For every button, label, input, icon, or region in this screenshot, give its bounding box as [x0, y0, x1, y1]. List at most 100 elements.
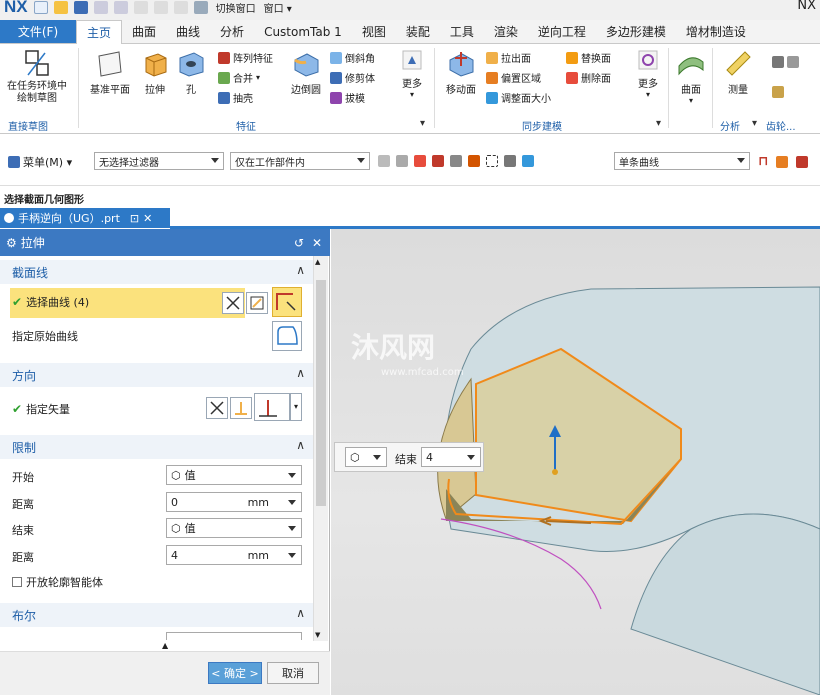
edge-blend-button[interactable]: 边倒圆: [286, 48, 326, 96]
open-profile-checkbox[interactable]: [12, 577, 22, 587]
move-face-button[interactable]: 移动面: [440, 48, 482, 96]
type-filter-dropdown[interactable]: 无选择过滤器: [94, 152, 224, 170]
paste-icon[interactable]: [173, 0, 188, 14]
sketch-in-task-button[interactable]: 在任务环境中绘制草图: [6, 48, 68, 105]
tab-analysis[interactable]: 分析: [210, 20, 254, 43]
body-select-icon[interactable]: [522, 155, 534, 167]
boolean-header[interactable]: 布尔 ∧: [0, 603, 313, 627]
tab-home[interactable]: 主页: [76, 20, 123, 44]
start-distance-input[interactable]: 0 mm: [166, 492, 302, 512]
cut-icon[interactable]: [133, 0, 148, 14]
more-sync-button[interactable]: 更多 ▾: [632, 48, 664, 99]
curve-rule-dropdown[interactable]: 单条曲线: [614, 152, 750, 170]
pull-face-button[interactable]: 拉出面: [486, 50, 531, 65]
surface-button[interactable]: 曲面 ▾: [674, 48, 708, 105]
gear-icon[interactable]: ⚙: [6, 236, 17, 250]
unite-button[interactable]: 合并 ▾: [218, 70, 260, 85]
origin-curve-button[interactable]: [272, 321, 302, 351]
vector-dialog-button[interactable]: [230, 397, 252, 419]
dialog-scrollbar[interactable]: ▲ ▼: [313, 256, 328, 641]
menu-button[interactable]: 菜单(M) ▾: [8, 154, 72, 170]
redo-icon[interactable]: [113, 0, 128, 14]
end-type-dropdown[interactable]: ⬡ 值: [166, 518, 302, 538]
vector-origin-handle[interactable]: [552, 469, 558, 475]
sketch-section-button[interactable]: [246, 292, 268, 314]
ok-button[interactable]: < 确定 >: [208, 662, 262, 684]
chamfer-button[interactable]: 倒斜角: [330, 50, 375, 65]
feature-select-icon[interactable]: [504, 155, 516, 167]
measure-button[interactable]: 测量: [720, 48, 756, 96]
gear-tool-2[interactable]: [772, 86, 784, 98]
part-file-tab[interactable]: 手柄逆向（UG）.prt ⊡ ✕: [0, 208, 170, 228]
cancel-button[interactable]: 取消: [267, 662, 319, 684]
snap-center-icon[interactable]: [450, 155, 462, 167]
file-menu-tab[interactable]: 文件(F): [0, 20, 76, 43]
pin-icon[interactable]: ⊡: [130, 212, 139, 225]
limits-header[interactable]: 限制 ∧: [0, 435, 313, 459]
tab-reverse-engineering[interactable]: 逆向工程: [528, 20, 596, 43]
trim-body-button[interactable]: 修剪体: [330, 70, 375, 85]
follow-fillet-icon[interactable]: [776, 155, 789, 168]
snap-point-icon[interactable]: [378, 155, 390, 167]
undo-icon[interactable]: [93, 0, 108, 14]
offset-region-button[interactable]: 偏置区域: [486, 70, 541, 85]
scroll-down-icon[interactable]: ▼: [315, 631, 320, 639]
tab-view[interactable]: 视图: [352, 20, 396, 43]
inferred-vector-dropdown[interactable]: [254, 393, 290, 421]
end-distance-input[interactable]: 4 mm: [166, 545, 302, 565]
pattern-feature-button[interactable]: 阵列特征: [218, 50, 273, 65]
direction-header[interactable]: 方向 ∧: [0, 363, 313, 387]
expand-dialog-icon[interactable]: ▲: [162, 641, 168, 650]
tab-tools[interactable]: 工具: [440, 20, 484, 43]
shell-button[interactable]: 抽壳: [218, 90, 253, 105]
start-type-dropdown[interactable]: ⬡ 值: [166, 465, 302, 485]
resize-face-button[interactable]: 调整面大小: [486, 90, 551, 105]
switch-window-button[interactable]: 切换窗口: [216, 0, 256, 15]
scroll-thumb[interactable]: [316, 280, 326, 506]
vector-dropdown-arrow[interactable]: ▾: [290, 393, 302, 421]
tab-assembly[interactable]: 装配: [396, 20, 440, 43]
snap-endpoint-icon[interactable]: [396, 155, 408, 167]
gear-tool-1[interactable]: [772, 56, 799, 68]
scroll-up-icon[interactable]: ▲: [315, 258, 320, 266]
boolean-dropdown[interactable]: [166, 632, 302, 640]
sync-group-expand[interactable]: ▾: [656, 118, 661, 129]
onscreen-end-input[interactable]: 4: [421, 447, 481, 467]
onscreen-type-dropdown[interactable]: ⬡: [345, 447, 387, 467]
reverse-direction-button[interactable]: [206, 397, 228, 419]
feature-curve-icon[interactable]: [796, 155, 809, 168]
open-file-icon[interactable]: [53, 0, 68, 14]
tab-customtab1[interactable]: CustomTab 1: [254, 20, 352, 43]
rect-select-icon[interactable]: [486, 155, 498, 167]
hole-button[interactable]: 孔: [174, 48, 208, 96]
tab-render[interactable]: 渲染: [484, 20, 528, 43]
analysis-group-expand[interactable]: ▾: [752, 118, 757, 129]
tab-polygon-modeling[interactable]: 多边形建模: [596, 20, 676, 43]
snap-midpoint-icon[interactable]: [432, 155, 444, 167]
curve-select-button[interactable]: [272, 287, 302, 317]
more-features-button[interactable]: 更多 ▾: [396, 48, 428, 99]
reset-icon[interactable]: ↺: [294, 236, 304, 250]
tab-surface[interactable]: 曲面: [122, 20, 166, 43]
replace-face-button[interactable]: 替换面: [566, 50, 611, 65]
tab-additive[interactable]: 增材制造设: [676, 20, 756, 43]
draft-button[interactable]: 拔模: [330, 90, 365, 105]
window-menu-button[interactable]: 窗口 ▾: [264, 0, 292, 15]
save-icon[interactable]: [73, 0, 88, 14]
datum-plane-button[interactable]: 基准平面: [84, 48, 136, 96]
copy-icon[interactable]: [153, 0, 168, 14]
delete-face-button[interactable]: 删除面: [566, 70, 611, 85]
snap-box-icon[interactable]: [414, 155, 426, 167]
selection-scope-dropdown[interactable]: 仅在工作部件内: [230, 152, 370, 170]
touch-mode-icon[interactable]: [193, 0, 208, 14]
snap-intersect-icon[interactable]: [468, 155, 480, 167]
feature-group-expand[interactable]: ▾: [420, 118, 425, 129]
close-icon[interactable]: ✕: [312, 236, 322, 250]
stop-at-intersection-icon[interactable]: ⊓: [758, 154, 768, 169]
curve-rule-button[interactable]: [222, 292, 244, 314]
new-file-icon[interactable]: [33, 0, 48, 14]
close-tab-icon[interactable]: ✕: [143, 212, 152, 225]
extrude-button[interactable]: 拉伸: [138, 48, 172, 96]
section-header[interactable]: 截面线 ∧: [0, 260, 313, 284]
tab-curve[interactable]: 曲线: [166, 20, 210, 43]
